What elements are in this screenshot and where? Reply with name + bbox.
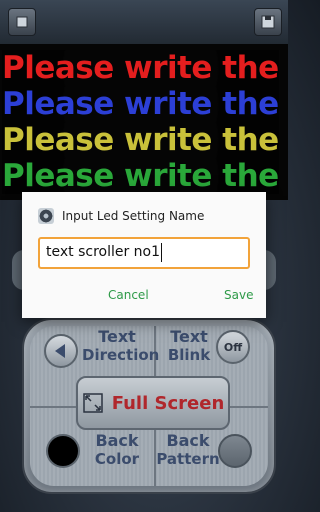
direction-button[interactable] xyxy=(44,334,78,368)
back-color-swatch[interactable] xyxy=(46,434,80,468)
blink-toggle-label: Off xyxy=(223,340,243,354)
expand-icon xyxy=(82,393,103,413)
control-panel-grid: Text Direction Text Blink Off Full Scree… xyxy=(30,326,268,486)
full-screen-button[interactable]: Full Screen xyxy=(76,376,230,430)
text-direction-label[interactable]: Text Direction xyxy=(82,328,159,365)
led-line-yellow: Please write the xyxy=(2,122,279,158)
back-color-label[interactable]: Back Color xyxy=(82,432,152,469)
text-caret xyxy=(161,243,162,262)
right-corner-button[interactable] xyxy=(254,8,282,36)
cancel-button[interactable]: Cancel xyxy=(108,288,149,302)
top-bar xyxy=(0,0,288,44)
save-button[interactable]: Save xyxy=(224,288,253,302)
save-icon xyxy=(261,15,275,29)
led-line-red: Please write the xyxy=(2,50,279,86)
tools-icon xyxy=(16,16,28,28)
setting-name-value: text scroller no1 xyxy=(46,244,161,260)
control-panel: Text Direction Text Blink Off Full Scree… xyxy=(22,318,276,494)
back-pattern-swatch[interactable] xyxy=(218,434,252,468)
left-corner-button[interactable] xyxy=(8,8,36,36)
back-pattern-label[interactable]: Back Pattern xyxy=(156,432,220,469)
led-line-blue: Please write the xyxy=(2,86,279,122)
blink-toggle-button[interactable]: Off xyxy=(216,330,250,364)
arrow-left-icon xyxy=(55,344,65,358)
dialog-title: Input Led Setting Name xyxy=(62,209,205,223)
led-preview-board[interactable]: Please write the Please write the Please… xyxy=(0,44,288,200)
setting-name-input[interactable]: text scroller no1 xyxy=(38,237,250,269)
text-blink-label[interactable]: Text Blink xyxy=(156,328,222,365)
setting-name-dialog: Input Led Setting Name text scroller no1… xyxy=(22,192,266,318)
full-screen-label: Full Screen xyxy=(111,392,225,414)
led-line-green: Please write the xyxy=(2,158,279,194)
app-icon xyxy=(38,208,54,224)
